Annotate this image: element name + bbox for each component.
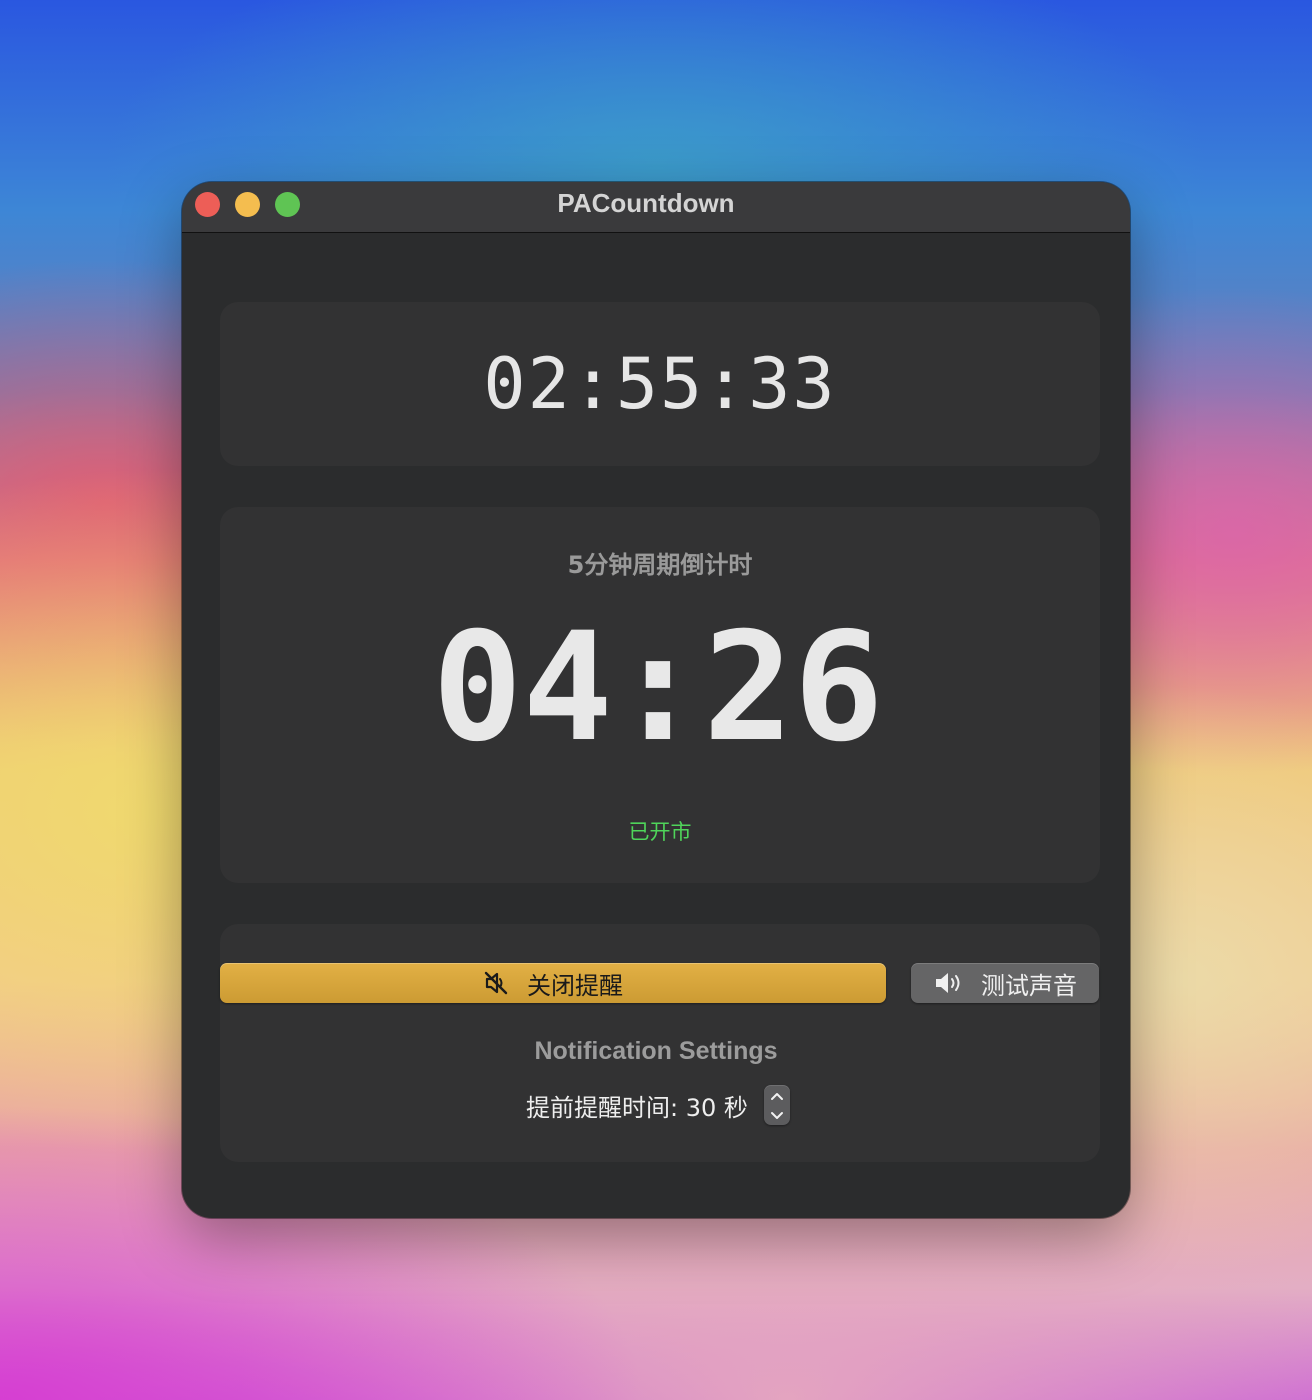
market-status: 已开市: [628, 820, 692, 844]
controls-card: 关闭提醒 测试声音 Notification Settings 提前提醒时间: …: [220, 924, 1100, 1162]
title-bar: PACountdown: [182, 182, 1130, 233]
test-sound-button[interactable]: 测试声音: [911, 963, 1099, 1003]
stepper-down-button[interactable]: [764, 1105, 790, 1125]
speaker-wave-icon: [933, 970, 965, 996]
test-sound-label: 测试声音: [981, 971, 1077, 1000]
toggle-alert-button[interactable]: 关闭提醒: [220, 963, 886, 1003]
lead-time-stepper[interactable]: [763, 1085, 790, 1125]
speaker-muted-icon: [483, 970, 509, 996]
stepper-up-button[interactable]: [764, 1085, 790, 1105]
toggle-alert-label: 关闭提醒: [527, 971, 623, 1000]
lead-time-label: 提前提醒时间: 30 秒: [526, 1093, 748, 1122]
notification-settings-title: Notification Settings: [534, 1037, 778, 1065]
current-time: 02:55:33: [483, 343, 837, 425]
cycle-countdown-card: 5分钟周期倒计时 04:26 已开市: [220, 507, 1100, 883]
cycle-countdown: 04:26: [432, 601, 884, 775]
app-window: PACountdown 02:55:33 5分钟周期倒计时 04:26 已开市 …: [182, 182, 1130, 1218]
chevron-up-icon: [770, 1086, 784, 1105]
cycle-label: 5分钟周期倒计时: [567, 551, 753, 579]
lead-time-row: 提前提醒时间: 30 秒: [218, 1082, 1098, 1128]
chevron-down-icon: [770, 1106, 784, 1125]
current-time-card: 02:55:33: [220, 302, 1100, 466]
window-title: PACountdown: [557, 188, 735, 218]
